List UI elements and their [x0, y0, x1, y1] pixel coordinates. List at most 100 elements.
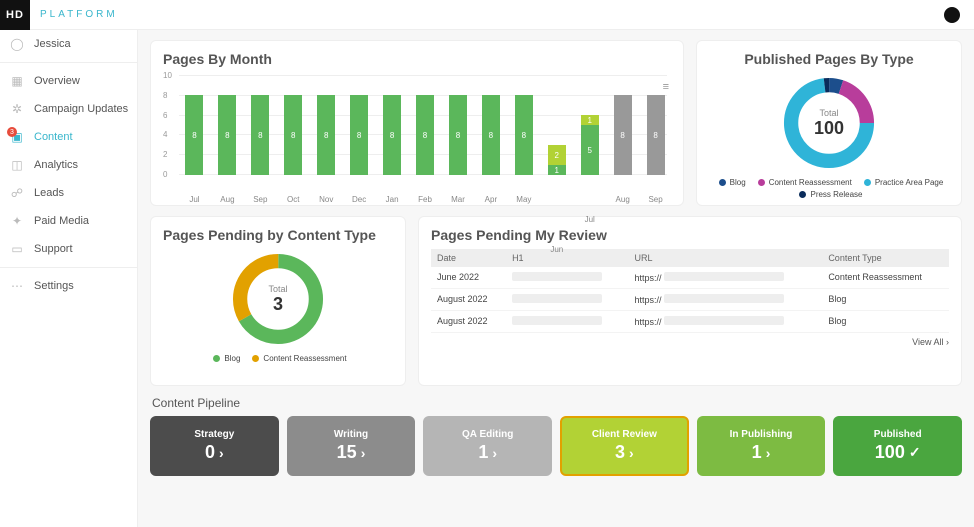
- chevron-icon: ›: [766, 445, 771, 461]
- bar-aug-13: 8Aug: [607, 95, 638, 175]
- sidebar-item-label: Content: [34, 131, 73, 143]
- stage-value: 1: [478, 442, 488, 463]
- chevron-icon: ›: [219, 445, 224, 461]
- sidebar-icon: ☍: [10, 186, 24, 200]
- bar-segment: 1: [548, 165, 566, 175]
- stage-value: 0: [205, 442, 215, 463]
- table-row[interactable]: June 2022https:// Content Reassessment: [431, 267, 949, 289]
- bar-segment: 8: [251, 95, 269, 175]
- badge: 3: [7, 127, 17, 137]
- chevron-icon: ›: [492, 445, 497, 461]
- legend-item: Content Reassessment: [248, 354, 346, 363]
- chevron-icon: ›: [361, 445, 366, 461]
- bar-dec-5: 8Dec: [344, 95, 375, 175]
- pipeline-qa-editing[interactable]: QA Editing 1›: [423, 416, 552, 476]
- stage-value: 15: [337, 442, 357, 463]
- legend-item: Content Reassessment: [754, 178, 852, 187]
- bar-segment: 8: [449, 95, 467, 175]
- bar-feb-7: 8Feb: [410, 95, 441, 175]
- sidebar-item-settings[interactable]: ⋯ Settings: [0, 272, 137, 300]
- bar-sep-14: 8Sep: [640, 95, 671, 175]
- sidebar-icon: ◯: [10, 37, 24, 51]
- table-row[interactable]: August 2022https:// Blog: [431, 311, 949, 333]
- pipeline-published[interactable]: Published 100✓: [833, 416, 962, 476]
- sidebar-icon: ✦: [10, 214, 24, 228]
- view-all-link[interactable]: View All ›: [431, 337, 949, 347]
- avatar[interactable]: [944, 7, 960, 23]
- stage-label: Published: [874, 429, 922, 440]
- top-bar: HD PLATFORM: [0, 0, 974, 30]
- legend-published: Blog Content Reassessment Practice Area Pa…: [709, 177, 949, 201]
- bar-nov-4: 8Nov: [311, 95, 342, 175]
- sidebar-item-paid-media[interactable]: ✦Paid Media: [0, 207, 137, 235]
- bar-chart: 1086420 8Jul8Aug8Sep8Oct8Nov8Dec8Jan8Feb…: [163, 75, 671, 175]
- bar-segment: 8: [482, 95, 500, 175]
- stage-value: 3: [615, 442, 625, 463]
- sidebar-icon: ◫: [10, 158, 24, 172]
- stage-value: 100: [875, 442, 905, 463]
- cell-type: Blog: [822, 289, 949, 311]
- legend-item: Practice Area Page: [860, 178, 943, 187]
- bar-apr-9: 8Apr: [475, 95, 506, 175]
- sidebar-item-campaign-updates[interactable]: ✲Campaign Updates: [0, 95, 137, 123]
- col-date: Date: [431, 249, 506, 267]
- cell-date: August 2022: [431, 289, 506, 311]
- legend-item: Blog: [209, 354, 240, 363]
- pipeline-writing[interactable]: Writing 15›: [287, 416, 416, 476]
- legend-item: Press Release: [795, 190, 862, 199]
- sidebar-item-leads[interactable]: ☍Leads: [0, 179, 137, 207]
- bar-segment: 8: [515, 95, 533, 175]
- sidebar-item-content[interactable]: ▣3 Content: [0, 123, 137, 151]
- col-url: URL: [628, 249, 822, 267]
- total-label: Total: [819, 108, 838, 118]
- bar-segment: 2: [548, 145, 566, 165]
- cell-h1: [506, 267, 628, 289]
- pipeline-in-publishing[interactable]: In Publishing1›: [697, 416, 826, 476]
- sidebar-item-analytics[interactable]: ◫Analytics: [0, 151, 137, 179]
- col-content-type: Content Type: [822, 249, 949, 267]
- bar-segment: 8: [614, 95, 632, 175]
- pipeline-title: Content Pipeline: [152, 396, 962, 410]
- sidebar-item-jessica[interactable]: ◯Jessica: [0, 30, 137, 58]
- sidebar-item-label: Support: [34, 243, 73, 255]
- sidebar-item-support[interactable]: ▭Support: [0, 235, 137, 263]
- total-value: 3: [273, 294, 283, 315]
- table-row[interactable]: August 2022 https:// Blog: [431, 289, 949, 311]
- total-value: 100: [814, 118, 844, 139]
- pipeline-client-review[interactable]: Client Review3›: [560, 416, 689, 476]
- stage-label: QA Editing: [462, 429, 513, 440]
- sidebar-icon: ✲: [10, 102, 24, 116]
- bar-segment: 5: [581, 125, 599, 175]
- sidebar-item-overview[interactable]: ▦Overview: [0, 67, 137, 95]
- card-pages-by-month: Pages By Month ≡ 1086420 8Jul8Aug8Sep8Oc…: [150, 40, 684, 206]
- card-published-by-type: Published Pages By Type Total 100 Blog Co…: [696, 40, 962, 206]
- stage-label: Writing: [334, 429, 368, 440]
- bar-segment: 8: [284, 95, 302, 175]
- card-pending-review: Pages Pending My Review DateH1URLContent…: [418, 216, 962, 386]
- cell-url: https://: [628, 311, 822, 333]
- bar-jun-11: 12Jun: [541, 145, 572, 175]
- main-content: Pages By Month ≡ 1086420 8Jul8Aug8Sep8Oc…: [138, 30, 974, 527]
- sidebar-icon: ▣3: [10, 130, 24, 144]
- bar-may-10: 8May: [508, 95, 539, 175]
- cell-type: Blog: [822, 311, 949, 333]
- chevron-icon: ✓: [909, 444, 921, 461]
- stage-label: Strategy: [194, 429, 234, 440]
- logo-text: PLATFORM: [40, 9, 118, 20]
- legend-item: Blog: [715, 178, 746, 187]
- cell-url: https://: [628, 289, 822, 311]
- card-title: Pages By Month: [163, 51, 671, 67]
- bar-oct-3: 8Oct: [278, 95, 309, 175]
- legend-pending: Blog Content Reassessment: [163, 353, 393, 365]
- stage-value: 1: [752, 442, 762, 463]
- bar-segment: 1: [581, 115, 599, 125]
- card-pending-by-type: Pages Pending by Content Type Total 3 Bl…: [150, 216, 406, 386]
- bar-segment: 8: [647, 95, 665, 175]
- bar-segment: 8: [218, 95, 236, 175]
- card-title: Pages Pending My Review: [431, 227, 949, 243]
- donut-chart-pending: Total 3: [228, 249, 328, 349]
- card-title: Published Pages By Type: [709, 51, 949, 67]
- bar-jul-12: 51Jul: [574, 115, 605, 175]
- pipeline-strategy[interactable]: Strategy 0›: [150, 416, 279, 476]
- sidebar: ◯Jessica ▦Overview✲Campaign Updates ▣3 Cont…: [0, 30, 138, 527]
